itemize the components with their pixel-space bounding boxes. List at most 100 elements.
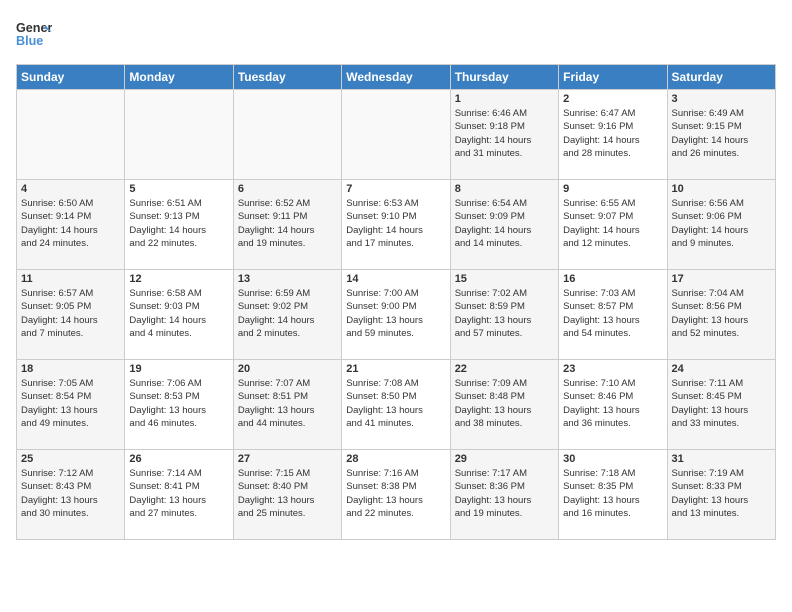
day-info: Sunrise: 6:52 AM Sunset: 9:11 PM Dayligh… (238, 197, 337, 250)
calendar-cell: 19 Sunrise: 7:06 AM Sunset: 8:53 PM Dayli… (125, 360, 233, 450)
day-number: 31 (672, 453, 771, 465)
day-number: 26 (129, 453, 228, 465)
day-number: 15 (455, 273, 554, 285)
day-info: Sunrise: 7:06 AM Sunset: 8:53 PM Dayligh… (129, 377, 228, 430)
day-info: Sunrise: 7:04 AM Sunset: 8:56 PM Dayligh… (672, 287, 771, 340)
day-info: Sunrise: 6:56 AM Sunset: 9:06 PM Dayligh… (672, 197, 771, 250)
day-number: 29 (455, 453, 554, 465)
day-number: 24 (672, 363, 771, 375)
calendar-week-4: 18Sunrise: 7:05 AM Sunset: 8:54 PM Dayli… (17, 360, 776, 450)
day-number: 28 (346, 453, 445, 465)
day-info: Sunrise: 7:12 AM Sunset: 8:43 PM Dayligh… (21, 467, 120, 520)
calendar-cell: 7 Sunrise: 6:53 AM Sunset: 9:10 PM Daylig… (342, 180, 450, 270)
calendar-cell: 18Sunrise: 7:05 AM Sunset: 8:54 PM Dayli… (17, 360, 125, 450)
calendar-cell: 27Sunrise: 7:15 AM Sunset: 8:40 PM Dayli… (233, 450, 341, 540)
calendar-cell (233, 90, 341, 180)
col-header-saturday: Saturday (667, 65, 775, 90)
calendar-week-2: 4 Sunrise: 6:50 AM Sunset: 9:14 PM Daylig… (17, 180, 776, 270)
calendar-cell: 25 Sunrise: 7:12 AM Sunset: 8:43 PM Dayli… (17, 450, 125, 540)
calendar-cell: 21 Sunrise: 7:08 AM Sunset: 8:50 PM Dayli… (342, 360, 450, 450)
calendar-cell: 10 Sunrise: 6:56 AM Sunset: 9:06 PM Dayli… (667, 180, 775, 270)
day-number: 6 (238, 183, 337, 195)
day-info: Sunrise: 7:17 AM Sunset: 8:36 PM Dayligh… (455, 467, 554, 520)
calendar-week-5: 25 Sunrise: 7:12 AM Sunset: 8:43 PM Dayli… (17, 450, 776, 540)
day-number: 20 (238, 363, 337, 375)
day-info: Sunrise: 7:03 AM Sunset: 8:57 PM Dayligh… (563, 287, 662, 340)
day-info: Sunrise: 6:51 AM Sunset: 9:13 PM Dayligh… (129, 197, 228, 250)
day-info: Sunrise: 6:46 AM Sunset: 9:18 PM Dayligh… (455, 107, 554, 160)
day-number: 18 (21, 363, 120, 375)
logo: General Blue (16, 16, 56, 52)
day-info: Sunrise: 6:49 AM Sunset: 9:15 PM Dayligh… (672, 107, 771, 160)
calendar-cell: 12Sunrise: 6:58 AM Sunset: 9:03 PM Dayli… (125, 270, 233, 360)
calendar-cell: 31Sunrise: 7:19 AM Sunset: 8:33 PM Dayli… (667, 450, 775, 540)
day-info: Sunrise: 6:50 AM Sunset: 9:14 PM Dayligh… (21, 197, 120, 250)
day-number: 22 (455, 363, 554, 375)
day-number: 4 (21, 183, 120, 195)
calendar-cell: 11 Sunrise: 6:57 AM Sunset: 9:05 PM Dayli… (17, 270, 125, 360)
day-number: 19 (129, 363, 228, 375)
calendar-cell: 16 Sunrise: 7:03 AM Sunset: 8:57 PM Dayli… (559, 270, 667, 360)
svg-text:Blue: Blue (16, 34, 43, 48)
calendar-cell: 15Sunrise: 7:02 AM Sunset: 8:59 PM Dayli… (450, 270, 558, 360)
col-header-thursday: Thursday (450, 65, 558, 90)
day-number: 3 (672, 93, 771, 105)
calendar-cell: 14Sunrise: 7:00 AM Sunset: 9:00 PM Dayli… (342, 270, 450, 360)
col-header-wednesday: Wednesday (342, 65, 450, 90)
calendar-cell: 26Sunrise: 7:14 AM Sunset: 8:41 PM Dayli… (125, 450, 233, 540)
col-header-tuesday: Tuesday (233, 65, 341, 90)
page-header: General Blue (16, 16, 776, 52)
calendar-cell: 29 Sunrise: 7:17 AM Sunset: 8:36 PM Dayli… (450, 450, 558, 540)
day-info: Sunrise: 6:54 AM Sunset: 9:09 PM Dayligh… (455, 197, 554, 250)
col-header-sunday: Sunday (17, 65, 125, 90)
day-number: 1 (455, 93, 554, 105)
calendar-cell: 24 Sunrise: 7:11 AM Sunset: 8:45 PM Dayli… (667, 360, 775, 450)
day-info: Sunrise: 7:09 AM Sunset: 8:48 PM Dayligh… (455, 377, 554, 430)
calendar-cell: 9Sunrise: 6:55 AM Sunset: 9:07 PM Daylig… (559, 180, 667, 270)
day-number: 11 (21, 273, 120, 285)
day-info: Sunrise: 6:58 AM Sunset: 9:03 PM Dayligh… (129, 287, 228, 340)
day-number: 2 (563, 93, 662, 105)
calendar-cell: 30Sunrise: 7:18 AM Sunset: 8:35 PM Dayli… (559, 450, 667, 540)
calendar-cell: 6 Sunrise: 6:52 AM Sunset: 9:11 PM Daylig… (233, 180, 341, 270)
day-info: Sunrise: 7:00 AM Sunset: 9:00 PM Dayligh… (346, 287, 445, 340)
calendar-cell: 20 Sunrise: 7:07 AM Sunset: 8:51 PM Dayli… (233, 360, 341, 450)
calendar-week-3: 11 Sunrise: 6:57 AM Sunset: 9:05 PM Dayli… (17, 270, 776, 360)
logo-icon: General Blue (16, 16, 52, 52)
calendar-cell: 4 Sunrise: 6:50 AM Sunset: 9:14 PM Daylig… (17, 180, 125, 270)
day-info: Sunrise: 6:47 AM Sunset: 9:16 PM Dayligh… (563, 107, 662, 160)
day-number: 27 (238, 453, 337, 465)
calendar-cell: 23Sunrise: 7:10 AM Sunset: 8:46 PM Dayli… (559, 360, 667, 450)
day-number: 25 (21, 453, 120, 465)
calendar-cell: 5Sunrise: 6:51 AM Sunset: 9:13 PM Daylig… (125, 180, 233, 270)
day-number: 30 (563, 453, 662, 465)
day-info: Sunrise: 7:16 AM Sunset: 8:38 PM Dayligh… (346, 467, 445, 520)
day-info: Sunrise: 7:08 AM Sunset: 8:50 PM Dayligh… (346, 377, 445, 430)
calendar-cell (342, 90, 450, 180)
day-number: 21 (346, 363, 445, 375)
day-number: 10 (672, 183, 771, 195)
calendar-cell: 17Sunrise: 7:04 AM Sunset: 8:56 PM Dayli… (667, 270, 775, 360)
day-number: 7 (346, 183, 445, 195)
calendar-cell: 8 Sunrise: 6:54 AM Sunset: 9:09 PM Daylig… (450, 180, 558, 270)
day-info: Sunrise: 7:07 AM Sunset: 8:51 PM Dayligh… (238, 377, 337, 430)
day-info: Sunrise: 6:59 AM Sunset: 9:02 PM Dayligh… (238, 287, 337, 340)
calendar-cell: 28 Sunrise: 7:16 AM Sunset: 8:38 PM Dayli… (342, 450, 450, 540)
calendar-cell: 13Sunrise: 6:59 AM Sunset: 9:02 PM Dayli… (233, 270, 341, 360)
day-info: Sunrise: 6:53 AM Sunset: 9:10 PM Dayligh… (346, 197, 445, 250)
calendar-header-row: SundayMondayTuesdayWednesdayThursdayFrid… (17, 65, 776, 90)
day-number: 23 (563, 363, 662, 375)
calendar-week-1: 1 Sunrise: 6:46 AM Sunset: 9:18 PM Daylig… (17, 90, 776, 180)
calendar-table: SundayMondayTuesdayWednesdayThursdayFrid… (16, 64, 776, 540)
calendar-cell: 22 Sunrise: 7:09 AM Sunset: 8:48 PM Dayli… (450, 360, 558, 450)
calendar-cell: 1 Sunrise: 6:46 AM Sunset: 9:18 PM Daylig… (450, 90, 558, 180)
day-number: 16 (563, 273, 662, 285)
day-number: 8 (455, 183, 554, 195)
day-info: Sunrise: 7:11 AM Sunset: 8:45 PM Dayligh… (672, 377, 771, 430)
calendar-cell: 2 Sunrise: 6:47 AM Sunset: 9:16 PM Daylig… (559, 90, 667, 180)
day-info: Sunrise: 6:57 AM Sunset: 9:05 PM Dayligh… (21, 287, 120, 340)
col-header-friday: Friday (559, 65, 667, 90)
calendar-cell: 3 Sunrise: 6:49 AM Sunset: 9:15 PM Daylig… (667, 90, 775, 180)
day-number: 9 (563, 183, 662, 195)
calendar-cell (125, 90, 233, 180)
